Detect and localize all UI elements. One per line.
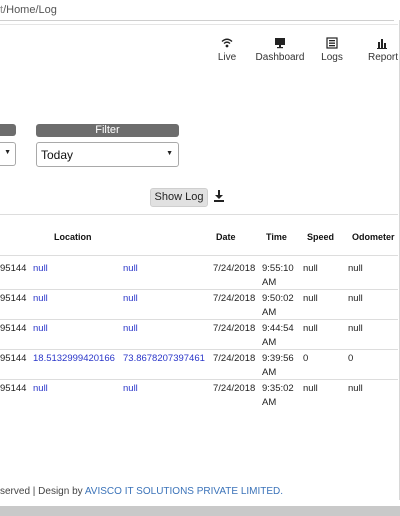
cell-latitude-link[interactable]: null bbox=[33, 293, 48, 305]
list-icon bbox=[326, 37, 338, 49]
cell-speed: 0 bbox=[303, 353, 309, 364]
bar-chart-icon bbox=[377, 39, 387, 49]
cell-longitude-link[interactable]: null bbox=[123, 293, 138, 305]
cell-odometer: 0 bbox=[348, 353, 354, 364]
cell-time: 9:35:02 bbox=[262, 383, 294, 394]
column-header-odometer: Odometer bbox=[352, 232, 395, 242]
cell-speed: null bbox=[303, 263, 318, 274]
table-top-divider bbox=[0, 214, 398, 215]
cell-speed: null bbox=[303, 323, 318, 334]
cell-date: 7/24/2018 bbox=[213, 293, 256, 304]
vehicle-select[interactable]: ▼ bbox=[0, 142, 16, 166]
cell-odometer: null bbox=[348, 383, 363, 394]
date-filter-value: Today bbox=[41, 148, 74, 162]
cell-date: 7/24/2018 bbox=[213, 353, 256, 364]
cell-odometer: null bbox=[348, 263, 363, 274]
footer-text: served | Design by AVISCO IT SOLUTIONS P… bbox=[0, 486, 284, 497]
cell-time-ampm: AM bbox=[262, 337, 277, 348]
cell-time: 9:55:10 bbox=[262, 263, 294, 274]
nav-item-live[interactable]: Live bbox=[217, 36, 237, 63]
footer-brand-link[interactable]: AVISCO IT SOLUTIONS PRIVATE LIMITED. bbox=[85, 486, 283, 497]
column-header-speed: Speed bbox=[307, 232, 335, 242]
table-row-divider bbox=[0, 289, 398, 290]
vehicle-filter-label bbox=[0, 124, 16, 136]
nav-item-label: Report bbox=[368, 52, 399, 63]
table-header-divider bbox=[0, 255, 398, 256]
cell-longitude-link[interactable]: null bbox=[123, 323, 138, 335]
cell-device-id: 95144 bbox=[0, 383, 27, 394]
cell-device-id: 95144 bbox=[0, 293, 27, 304]
chevron-down-icon: ▼ bbox=[166, 150, 173, 157]
nav-item-label: Dashboard bbox=[255, 52, 305, 63]
wifi-icon bbox=[221, 38, 233, 48]
cell-time-ampm: AM bbox=[262, 307, 277, 318]
cell-time-ampm: AM bbox=[262, 367, 277, 378]
table-row-divider bbox=[0, 349, 398, 350]
cell-speed: null bbox=[303, 293, 318, 304]
cell-latitude-link[interactable]: null bbox=[33, 323, 48, 335]
cell-time: 9:50:02 bbox=[262, 293, 294, 304]
cell-device-id: 95144 bbox=[0, 323, 27, 334]
cell-longitude-link[interactable]: null bbox=[123, 263, 138, 275]
cell-date: 7/24/2018 bbox=[213, 263, 256, 274]
cell-latitude-link[interactable]: null bbox=[33, 383, 48, 395]
cell-latitude-link[interactable]: 18.5132999420166 bbox=[33, 353, 115, 365]
cell-longitude-link[interactable]: 73.8678207397461 bbox=[123, 353, 205, 365]
table-row-divider bbox=[0, 319, 398, 320]
nav-item-label: Live bbox=[217, 52, 237, 63]
nav-item-report[interactable]: Report bbox=[368, 36, 400, 63]
cell-date: 7/24/2018 bbox=[213, 383, 256, 394]
page-top-divider bbox=[0, 24, 398, 25]
cell-latitude-link[interactable]: null bbox=[33, 263, 48, 275]
cell-time: 9:39:56 bbox=[262, 353, 294, 364]
download-icon[interactable] bbox=[213, 189, 225, 203]
address-url[interactable]: t/Home/Log bbox=[0, 4, 57, 16]
column-header-time: Time bbox=[266, 232, 287, 242]
column-header-date: Date bbox=[216, 232, 236, 242]
address-bar[interactable]: t/Home/Log bbox=[0, 0, 394, 21]
cell-time: 9:44:54 bbox=[262, 323, 294, 334]
nav-item-logs[interactable]: Logs bbox=[319, 36, 345, 63]
cell-odometer: null bbox=[348, 293, 363, 304]
nav-item-label: Logs bbox=[321, 52, 343, 63]
chevron-down-icon: ▼ bbox=[4, 149, 11, 156]
cell-time-ampm: AM bbox=[262, 277, 277, 288]
filter-label: Filter bbox=[36, 124, 179, 137]
cell-time-ampm: AM bbox=[262, 397, 277, 408]
column-header-location: Location bbox=[54, 232, 92, 242]
monitor-icon bbox=[275, 38, 285, 49]
horizontal-scrollbar[interactable] bbox=[0, 506, 400, 516]
cell-date: 7/24/2018 bbox=[213, 323, 256, 334]
nav-item-dashboard[interactable]: Dashboard bbox=[255, 36, 305, 63]
table-row-divider bbox=[0, 379, 398, 380]
cell-longitude-link[interactable]: null bbox=[123, 383, 138, 395]
cell-device-id: 95144 bbox=[0, 263, 27, 274]
show-log-button[interactable]: Show Log bbox=[150, 188, 208, 207]
cell-device-id: 95144 bbox=[0, 353, 27, 364]
cell-speed: null bbox=[303, 383, 318, 394]
date-filter-select[interactable]: Today ▼ bbox=[36, 142, 179, 167]
cell-odometer: null bbox=[348, 323, 363, 334]
